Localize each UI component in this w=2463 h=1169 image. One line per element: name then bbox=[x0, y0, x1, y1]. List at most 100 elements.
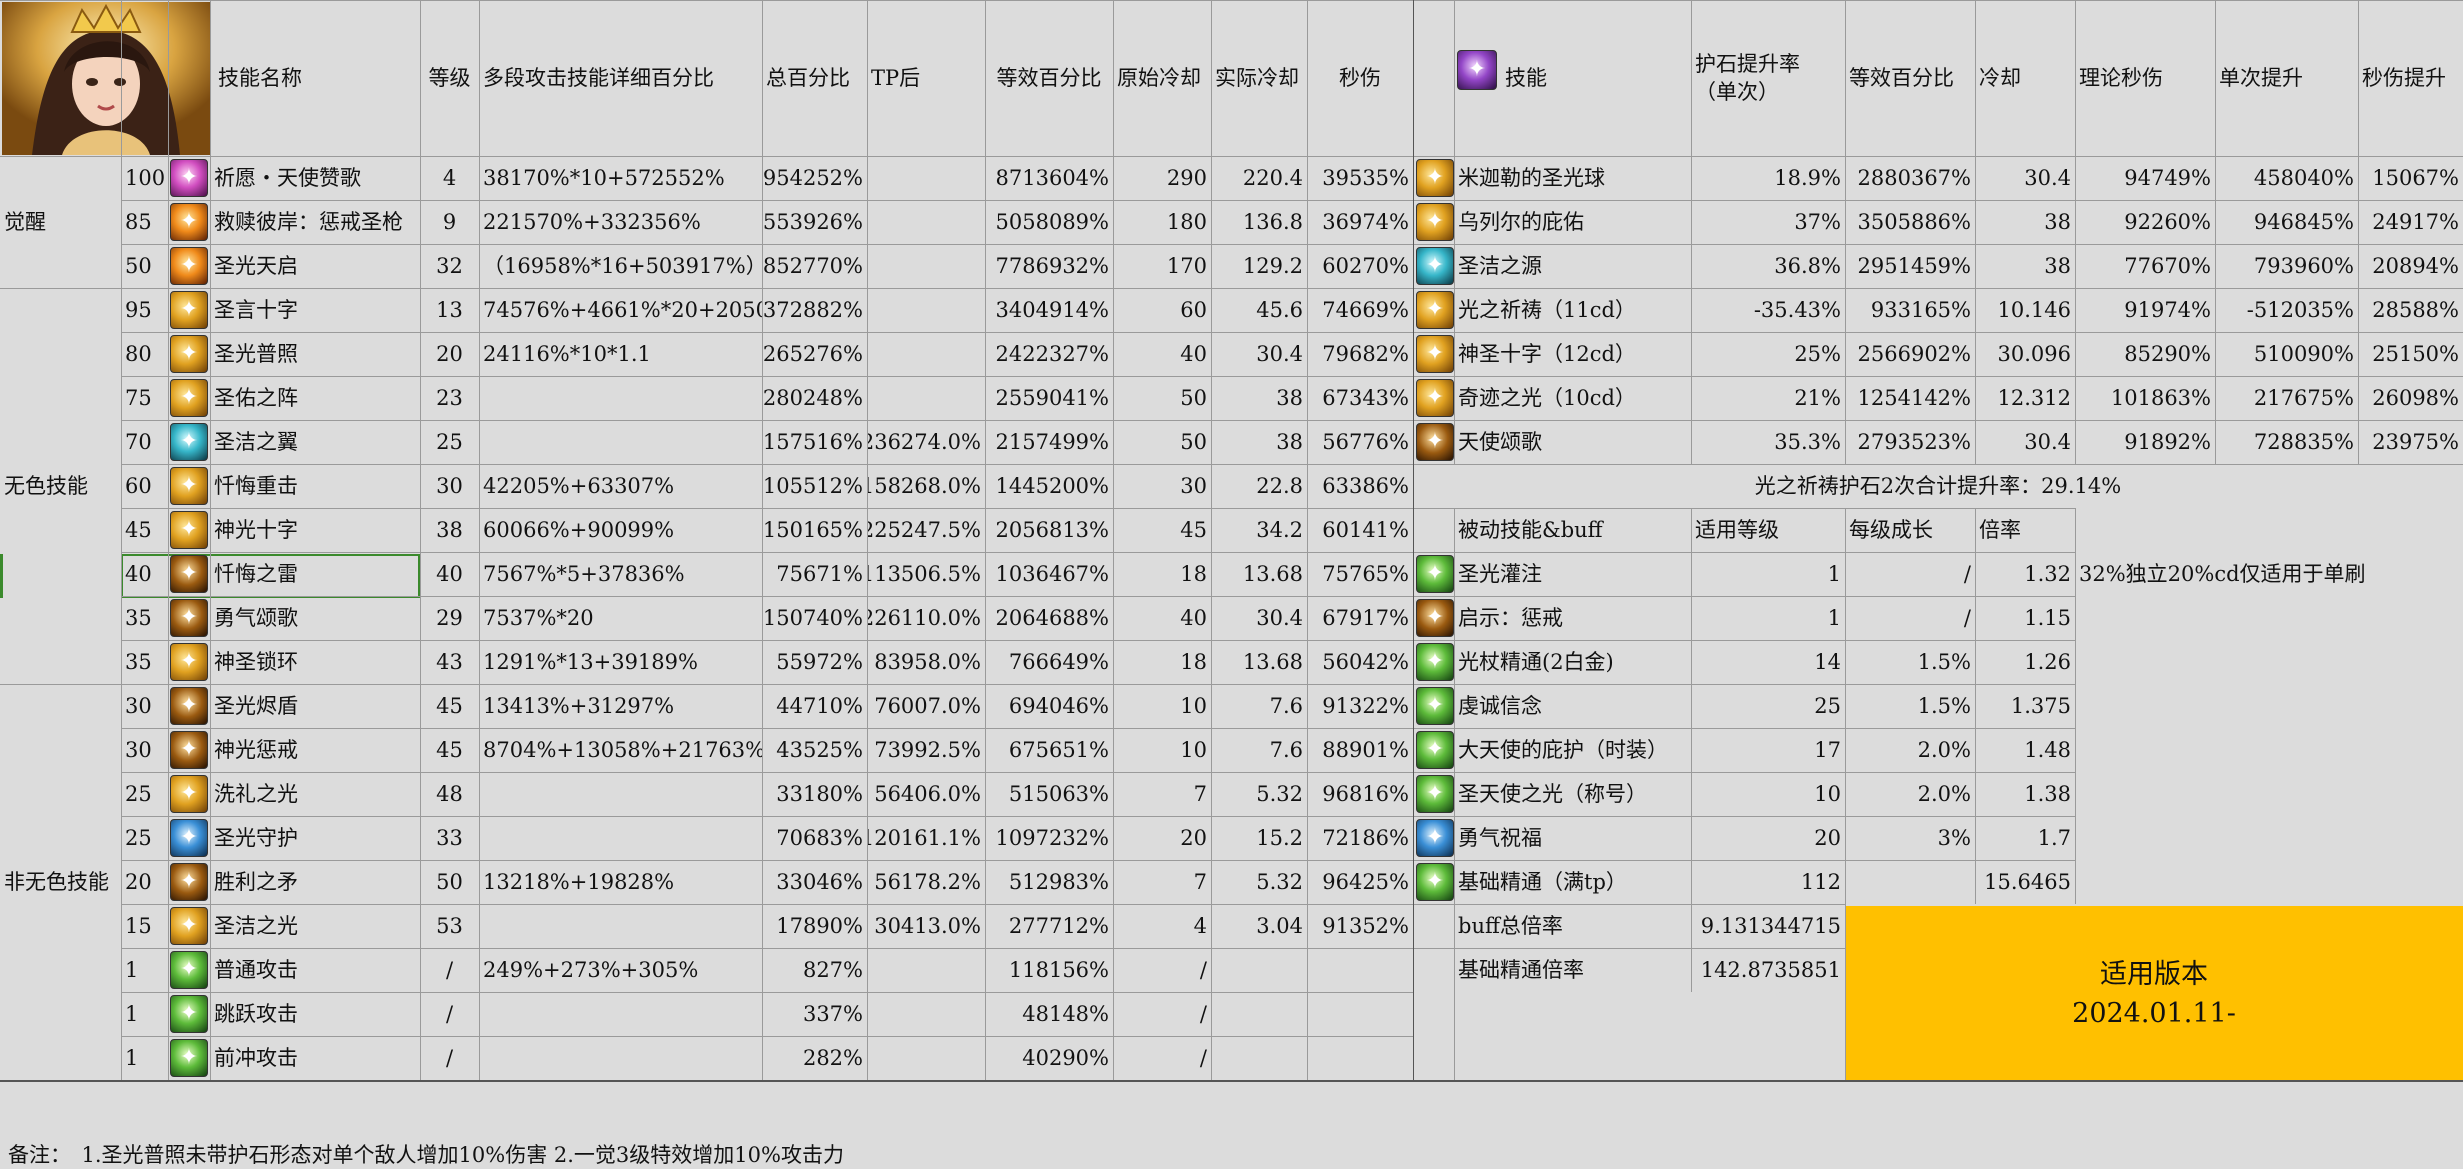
skill-req-level[interactable]: 100 bbox=[121, 156, 168, 200]
skill-tp-after[interactable] bbox=[867, 332, 985, 376]
skill-real-cd[interactable]: 22.8 bbox=[1211, 464, 1307, 508]
stone-equiv-pct[interactable]: 1254142% bbox=[1845, 376, 1975, 420]
skill-multi-hit[interactable]: 74576%+4661%*20+205086% bbox=[479, 288, 762, 332]
skill-req-level[interactable]: 45 bbox=[121, 508, 168, 552]
buff-name[interactable]: 大天使的庇护（时装） bbox=[1454, 728, 1691, 772]
skill-multi-hit[interactable]: 60066%+90099% bbox=[479, 508, 762, 552]
skill-equiv-pct[interactable]: 7786932% bbox=[985, 244, 1113, 288]
skill-req-level[interactable]: 70 bbox=[121, 420, 168, 464]
skill-multi-hit[interactable] bbox=[479, 992, 762, 1036]
skill-equiv-pct[interactable]: 40290% bbox=[985, 1036, 1113, 1080]
skill-total-pct[interactable]: 553926% bbox=[762, 200, 867, 244]
header-dps[interactable]: 秒伤 bbox=[1307, 0, 1413, 156]
stone-rate[interactable]: 36.8% bbox=[1691, 244, 1845, 288]
skill-orig-cd[interactable]: 7 bbox=[1113, 860, 1211, 904]
stone-equiv-pct[interactable]: 2793523% bbox=[1845, 420, 1975, 464]
skill-real-cd[interactable]: 5.32 bbox=[1211, 772, 1307, 816]
buff-name[interactable]: 光杖精通(2白金) bbox=[1454, 640, 1691, 684]
skill-multi-hit[interactable]: 249%+273%+305% bbox=[479, 948, 762, 992]
skill-multi-hit[interactable]: 8704%+13058%+21763% bbox=[479, 728, 762, 772]
skill-tp-after[interactable]: 225247.5% bbox=[867, 508, 985, 552]
skill-level[interactable]: 38 bbox=[420, 508, 479, 552]
skill-equiv-pct[interactable]: 2559041% bbox=[985, 376, 1113, 420]
skill-req-level[interactable]: 50 bbox=[121, 244, 168, 288]
skill-real-cd[interactable]: 38 bbox=[1211, 420, 1307, 464]
stone-equiv-pct[interactable]: 2566902% bbox=[1845, 332, 1975, 376]
stone-dps-gain[interactable]: 28588% bbox=[2358, 288, 2463, 332]
buff-note[interactable] bbox=[2075, 596, 2463, 640]
skill-dps[interactable]: 72186% bbox=[1307, 816, 1413, 860]
header-skill[interactable]: 技能 bbox=[1501, 0, 1691, 156]
skill-tp-after[interactable]: 236274.0% bbox=[867, 420, 985, 464]
stone-theory-dps[interactable]: 101863% bbox=[2075, 376, 2215, 420]
skill-tp-after[interactable] bbox=[867, 156, 985, 200]
skill-multi-hit[interactable]: 38170%*10+572552% bbox=[479, 156, 762, 200]
skill-total-pct[interactable]: 55972% bbox=[762, 640, 867, 684]
skill-name[interactable]: 圣光天启 bbox=[210, 244, 420, 288]
skill-name[interactable]: 神光十字 bbox=[210, 508, 420, 552]
skill-orig-cd[interactable]: / bbox=[1113, 948, 1211, 992]
skill-level[interactable]: 33 bbox=[420, 816, 479, 860]
buff-mult[interactable]: 15.6465 bbox=[1975, 860, 2075, 904]
group-awakening[interactable]: 觉醒 bbox=[0, 156, 121, 288]
skill-orig-cd[interactable]: 4 bbox=[1113, 904, 1211, 948]
skill-orig-cd[interactable]: 170 bbox=[1113, 244, 1211, 288]
stone-rate[interactable]: -35.43% bbox=[1691, 288, 1845, 332]
buff-level[interactable]: 20 bbox=[1691, 816, 1845, 860]
skill-equiv-pct[interactable]: 48148% bbox=[985, 992, 1113, 1036]
skill-dps[interactable]: 60141% bbox=[1307, 508, 1413, 552]
skill-orig-cd[interactable]: 50 bbox=[1113, 420, 1211, 464]
stone-name[interactable]: 天使颂歌 bbox=[1454, 420, 1691, 464]
skill-total-pct[interactable]: 265276% bbox=[762, 332, 867, 376]
stone-rate[interactable]: 35.3% bbox=[1691, 420, 1845, 464]
skill-tp-after[interactable]: 113506.5% bbox=[867, 552, 985, 596]
skill-tp-after[interactable]: 30413.0% bbox=[867, 904, 985, 948]
skill-multi-hit[interactable]: 42205%+63307% bbox=[479, 464, 762, 508]
skill-orig-cd[interactable]: 40 bbox=[1113, 332, 1211, 376]
skill-orig-cd[interactable]: 10 bbox=[1113, 684, 1211, 728]
stone-dps-gain[interactable]: 15067% bbox=[2358, 156, 2463, 200]
skill-level[interactable]: 48 bbox=[420, 772, 479, 816]
skill-name[interactable]: 勇气颂歌 bbox=[210, 596, 420, 640]
buff-level[interactable]: 14 bbox=[1691, 640, 1845, 684]
skill-total-pct[interactable]: 372882% bbox=[762, 288, 867, 332]
stone-cd[interactable]: 10.146 bbox=[1975, 288, 2075, 332]
buff-level[interactable]: 1 bbox=[1691, 552, 1845, 596]
stone-cd[interactable]: 38 bbox=[1975, 200, 2075, 244]
skill-req-level[interactable]: 80 bbox=[121, 332, 168, 376]
skill-multi-hit[interactable] bbox=[479, 1036, 762, 1080]
stone-dps-gain[interactable]: 20894% bbox=[2358, 244, 2463, 288]
buff-level[interactable]: 17 bbox=[1691, 728, 1845, 772]
skill-orig-cd[interactable]: 40 bbox=[1113, 596, 1211, 640]
skill-orig-cd[interactable]: 30 bbox=[1113, 464, 1211, 508]
skill-level[interactable]: 32 bbox=[420, 244, 479, 288]
skill-req-level[interactable]: 20 bbox=[121, 860, 168, 904]
buff-header-growth[interactable]: 每级成长 bbox=[1845, 508, 1975, 552]
skill-dps[interactable] bbox=[1307, 992, 1413, 1036]
skill-real-cd[interactable]: 45.6 bbox=[1211, 288, 1307, 332]
skill-real-cd[interactable]: 30.4 bbox=[1211, 596, 1307, 640]
stone-name[interactable]: 米迦勒的圣光球 bbox=[1454, 156, 1691, 200]
skill-orig-cd[interactable]: 20 bbox=[1113, 816, 1211, 860]
buff-note[interactable] bbox=[2075, 860, 2463, 904]
stone-rate[interactable]: 25% bbox=[1691, 332, 1845, 376]
skill-name[interactable]: 忏悔重击 bbox=[210, 464, 420, 508]
buff-growth[interactable]: / bbox=[1845, 552, 1975, 596]
skill-total-pct[interactable]: 44710% bbox=[762, 684, 867, 728]
skill-tp-after[interactable] bbox=[867, 948, 985, 992]
buff-header-name[interactable]: 被动技能&buff bbox=[1454, 508, 1691, 552]
header-real-cd[interactable]: 实际冷却 bbox=[1211, 0, 1307, 156]
buff-mult[interactable]: 1.48 bbox=[1975, 728, 2075, 772]
header-dps-gain[interactable]: 秒伤提升 bbox=[2358, 0, 2463, 156]
stone-equiv-pct[interactable]: 2880367% bbox=[1845, 156, 1975, 200]
buff-level[interactable]: 112 bbox=[1691, 860, 1845, 904]
skill-total-pct[interactable]: 105512% bbox=[762, 464, 867, 508]
stone-single-gain[interactable]: 510090% bbox=[2215, 332, 2358, 376]
skill-real-cd[interactable]: 30.4 bbox=[1211, 332, 1307, 376]
skill-level[interactable]: 45 bbox=[420, 684, 479, 728]
stone-cd[interactable]: 12.312 bbox=[1975, 376, 2075, 420]
skill-real-cd[interactable]: 38 bbox=[1211, 376, 1307, 420]
skill-orig-cd[interactable]: 7 bbox=[1113, 772, 1211, 816]
skill-real-cd[interactable]: 129.2 bbox=[1211, 244, 1307, 288]
buff-level[interactable]: 10 bbox=[1691, 772, 1845, 816]
